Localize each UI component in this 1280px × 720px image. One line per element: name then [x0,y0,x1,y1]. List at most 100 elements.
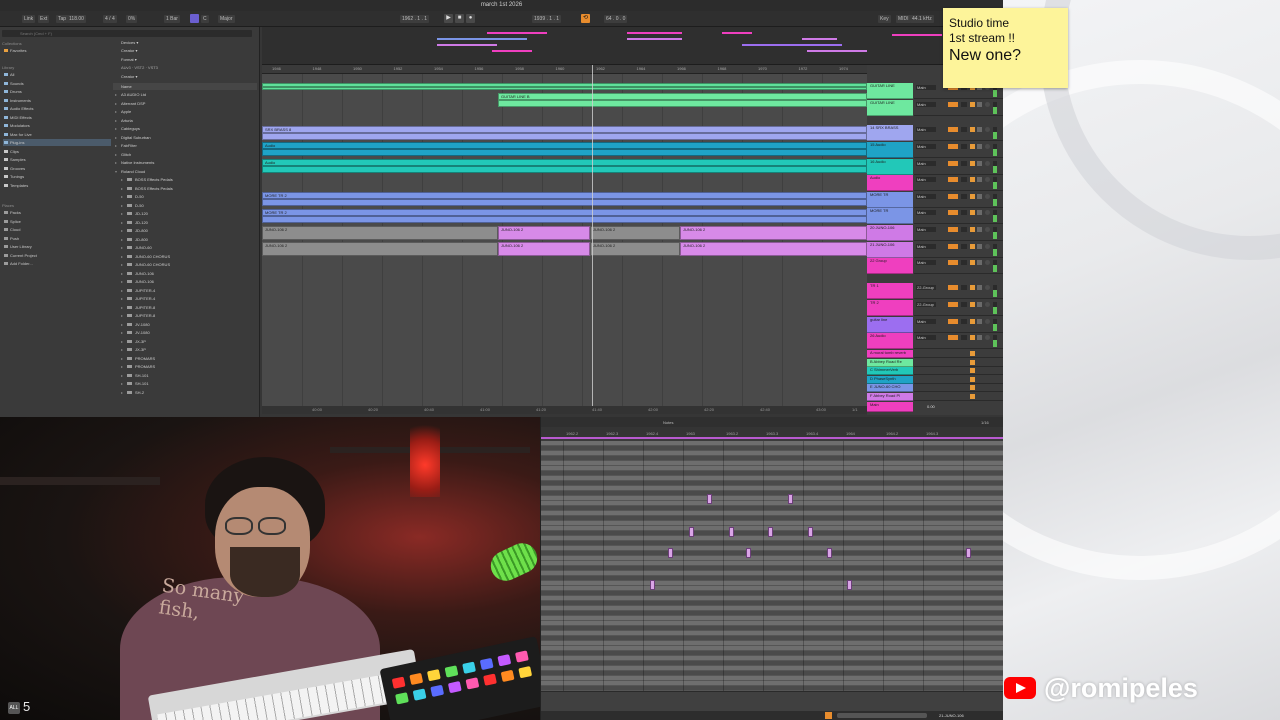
plugin-folder[interactable]: ▸ Cableguys [113,125,257,132]
place-item[interactable]: Packs [3,209,111,216]
piano-roll-grid[interactable] [541,441,1003,691]
place-item[interactable]: Splice [3,218,111,225]
return-track-header[interactable]: F Abbey Road Pl [867,392,913,401]
song-position-field[interactable]: 1962 . 1 . 1 [400,15,430,23]
plugin-folder[interactable]: ▸ Arturia [113,117,257,124]
clip-audio[interactable]: Audio [262,142,867,156]
plugin-item[interactable]: ▸ SH-101 [113,372,257,379]
arm-button[interactable] [985,285,990,290]
category-item[interactable]: Drums [3,88,111,95]
output-routing-menu[interactable]: Main [916,319,936,324]
plugin-folder[interactable]: ▸ FabFilter [113,142,257,149]
solo-button[interactable] [977,244,982,249]
category-item[interactable]: Templates [3,182,111,189]
track-header[interactable]: 15 Audio [867,142,913,158]
track-activator-button[interactable] [970,177,975,182]
midi-note[interactable] [847,580,852,590]
solo-button[interactable] [977,210,982,215]
disclosure-icon[interactable]: ▸ [121,270,123,277]
track-header[interactable]: 14 SRX BRASS [867,125,913,141]
plugin-item[interactable]: ▸ SH-101 [113,380,257,387]
plugin-item[interactable]: ▸ JUNO-60 [113,244,257,251]
midi-note[interactable] [707,494,712,504]
horizontal-scrollbar[interactable] [837,713,927,718]
disclosure-icon[interactable]: ▸ [121,321,123,328]
disclosure-icon[interactable]: ▸ [121,176,123,183]
category-item[interactable]: Plug-ins [3,139,111,146]
output-routing-menu[interactable]: Main [916,161,936,166]
plugin-item[interactable]: ▸ JD-120 [113,219,257,226]
disclosure-icon[interactable]: ▸ [121,346,123,353]
plugin-item[interactable]: ▸ JX-3P [113,338,257,345]
disclosure-icon[interactable]: ▸ [121,287,123,294]
creator-filter[interactable]: Creator ▾ [113,73,257,80]
track-header[interactable]: 16 Audio [867,159,913,175]
solo-button[interactable] [977,127,982,132]
output-routing-menu[interactable]: Main [916,260,936,265]
devices-filter[interactable]: Devices ▾ [113,39,257,46]
arm-button[interactable] [985,319,990,324]
disclosure-icon[interactable]: ▸ [121,185,123,192]
clip-audio[interactable]: Audio [262,159,867,173]
plugin-item[interactable]: ▸ JUPITER-4 [113,287,257,294]
track-activator-button[interactable] [970,102,975,107]
disclosure-icon[interactable]: ▸ [121,210,123,217]
loop-length-field[interactable]: 64 . 0 . 0 [604,15,628,23]
arm-button[interactable] [985,210,990,215]
output-routing-menu[interactable]: Main [916,227,936,232]
plugin-item[interactable]: ▸ PROMARS [113,355,257,362]
category-item[interactable]: Sounds [3,80,111,87]
pan-knob[interactable] [961,244,967,249]
volume-field[interactable] [948,302,958,307]
track-header[interactable]: TR 2 [867,300,913,316]
return-track-header[interactable]: B Abbey Road Re [867,358,913,367]
disclosure-icon[interactable]: ▸ [121,338,123,345]
disclosure-icon[interactable]: ▸ [115,125,117,132]
track-activator-button[interactable] [970,351,975,356]
track-header[interactable]: TR 1 [867,283,913,299]
volume-field[interactable] [948,260,958,265]
plugin-folder[interactable]: ▸ Native Instruments [113,159,257,166]
arrangement-overview[interactable] [262,27,1003,65]
output-routing-menu[interactable]: 22-Group [916,302,936,307]
disclosure-icon[interactable]: ▸ [121,193,123,200]
volume-field[interactable] [948,244,958,249]
output-routing-menu[interactable]: Main [916,194,936,199]
volume-field[interactable] [948,144,958,149]
clip-srx-brass[interactable]: SRX BRASS 8 [262,126,867,140]
solo-button[interactable] [977,194,982,199]
track-activator-button[interactable] [970,368,975,373]
plugin-folder[interactable]: ▸ Digital Suburban [113,134,257,141]
record-icon[interactable]: ● [466,14,475,23]
midi-note[interactable] [827,548,832,558]
volume-field[interactable] [948,210,958,215]
disclosure-icon[interactable]: ▸ [121,227,123,234]
solo-button[interactable] [977,319,982,324]
disclosure-icon[interactable]: ▸ [121,236,123,243]
beat-time-ruler[interactable]: 1946 1948 1950 1952 1954 1956 1958 1960 1962 1964… [262,65,867,74]
plugin-folder[interactable]: ▸ Apple [113,108,257,115]
format-filter[interactable]: Format ▾ [113,56,257,63]
place-item[interactable]: User Library [3,243,111,250]
plugin-item[interactable]: ▸ BOSS Effects Pedals [113,176,257,183]
disclosure-icon[interactable]: ▸ [121,380,123,387]
disclosure-icon[interactable]: ▸ [115,100,117,107]
disclosure-icon[interactable]: ▸ [121,312,123,319]
category-item[interactable]: Audio Effects [3,105,111,112]
plugin-item[interactable]: ▸ D-50 [113,193,257,200]
track-activator-button[interactable] [970,260,975,265]
solo-button[interactable] [977,102,982,107]
category-item[interactable]: Clips [3,148,111,155]
return-track-header[interactable]: D PhaseSynth [867,375,913,384]
disclosure-icon[interactable]: ▾ [115,168,117,175]
clip-juno[interactable]: JUNO-106 2 [680,226,867,240]
place-item[interactable]: Add Folder... [3,260,111,267]
disclosure-icon[interactable]: ▸ [115,142,117,149]
track-header[interactable]: 22 Group [867,258,913,274]
arm-button[interactable] [985,227,990,232]
volume-field[interactable] [948,319,958,324]
disclosure-icon[interactable]: ▸ [121,363,123,370]
disclosure-icon[interactable]: ▸ [115,134,117,141]
category-item[interactable]: Max for Live [3,131,111,138]
time-signature-field[interactable]: 4 / 4 [103,15,117,23]
